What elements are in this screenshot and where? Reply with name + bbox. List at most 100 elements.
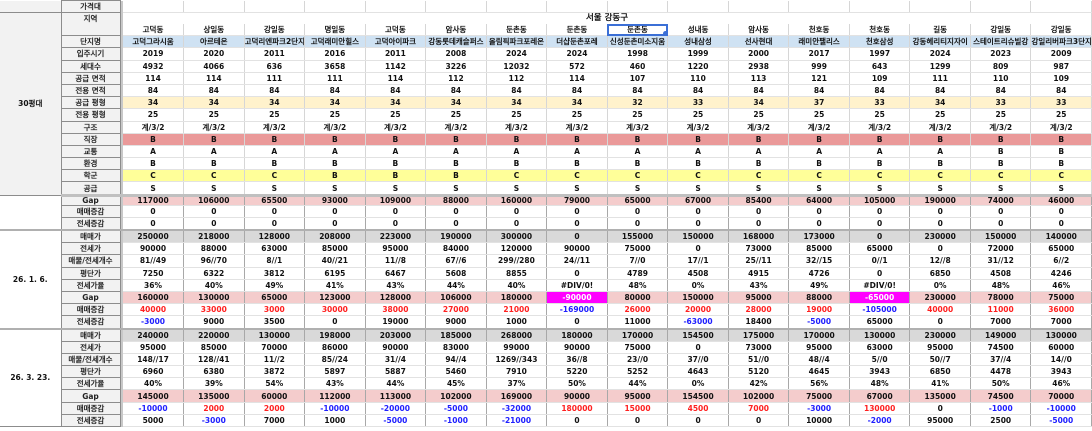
data-cell[interactable]: -21000 [486, 414, 548, 428]
data-cell[interactable]: 8855 [486, 267, 548, 280]
data-cell[interactable]: 계/3/2 [607, 121, 669, 134]
data-cell[interactable]: 25 [667, 108, 729, 122]
data-cell[interactable]: 고덕래미안힐스 [304, 35, 366, 49]
data-cell[interactable]: 56% [788, 377, 850, 391]
data-cell[interactable]: 2011 [365, 47, 427, 61]
data-cell[interactable]: 5//0 [849, 353, 911, 367]
data-cell[interactable]: 85400 [728, 195, 790, 206]
data-cell[interactable]: 160000 [123, 291, 185, 305]
data-cell[interactable]: 114 [546, 72, 608, 85]
data-cell[interactable]: 15000 [607, 402, 669, 415]
data-cell[interactable]: 49% [244, 279, 306, 292]
data-cell[interactable]: 44% [365, 377, 427, 391]
data-cell[interactable]: 128000 [244, 229, 306, 244]
data-cell[interactable]: 6850 [909, 365, 971, 379]
data-cell[interactable]: 28000 [728, 303, 790, 317]
data-cell[interactable]: 74500 [970, 389, 1032, 403]
data-cell[interactable]: A [244, 145, 306, 159]
data-cell[interactable]: 105000 [849, 195, 911, 206]
data-cell[interactable]: B [304, 157, 366, 171]
data-cell[interactable]: 4915 [728, 267, 790, 280]
data-cell[interactable]: 4066 [183, 60, 245, 73]
data-cell[interactable]: 67000 [849, 389, 911, 403]
data-cell[interactable]: 112 [425, 72, 487, 85]
data-cell[interactable]: 223000 [365, 229, 427, 244]
data-cell[interactable]: B [486, 133, 548, 146]
data-cell[interactable]: 18400 [728, 315, 790, 329]
data-cell[interactable]: 999 [788, 60, 850, 73]
empty-cell[interactable] [607, 0, 669, 13]
data-cell[interactable]: 95000 [909, 414, 971, 428]
data-cell[interactable]: 2000 [244, 402, 306, 415]
data-cell[interactable]: 84 [788, 84, 850, 98]
data-cell[interactable]: 117000 [123, 195, 185, 206]
data-cell[interactable]: 25 [1030, 108, 1092, 122]
data-cell[interactable]: 0 [667, 414, 729, 428]
data-cell[interactable]: 신성둔촌미소지움 [607, 35, 669, 49]
data-cell[interactable]: 268000 [486, 327, 548, 342]
data-cell[interactable]: 0 [486, 205, 548, 218]
data-cell[interactable]: B [304, 169, 366, 183]
data-cell[interactable]: 6195 [304, 267, 366, 280]
data-cell[interactable]: 0 [607, 414, 669, 428]
data-cell[interactable]: -3000 [123, 315, 185, 329]
data-cell[interactable]: B [970, 133, 1032, 146]
data-cell[interactable]: 4246 [1030, 267, 1092, 280]
data-cell[interactable]: 12032 [486, 60, 548, 73]
data-cell[interactable]: 2000 [728, 47, 790, 61]
data-cell[interactable]: 25 [909, 108, 971, 122]
data-cell[interactable]: -5000 [788, 315, 850, 329]
data-cell[interactable]: A [546, 145, 608, 159]
data-cell[interactable]: 109 [849, 72, 911, 85]
data-cell[interactable]: 60000 [1030, 341, 1092, 354]
data-cell[interactable]: 31//12 [970, 254, 1032, 268]
data-cell[interactable]: 460 [607, 60, 669, 73]
data-cell[interactable]: B [123, 133, 185, 146]
data-cell[interactable]: 0 [970, 205, 1032, 218]
data-cell[interactable]: 34 [183, 96, 245, 110]
data-cell[interactable]: B [849, 133, 911, 146]
data-cell[interactable]: 4643 [667, 365, 729, 379]
data-cell[interactable]: A [667, 145, 729, 159]
data-cell[interactable]: 84 [183, 84, 245, 98]
data-cell[interactable]: 계/3/2 [849, 121, 911, 134]
data-cell[interactable]: 계/3/2 [365, 121, 427, 134]
data-cell[interactable]: 110 [667, 72, 729, 85]
data-cell[interactable]: 고덕그라시움 [123, 35, 185, 49]
data-cell[interactable]: 2017 [788, 47, 850, 61]
data-cell[interactable]: 43% [728, 279, 790, 292]
data-cell[interactable]: 10000 [788, 414, 850, 428]
data-cell[interactable]: 11000 [607, 315, 669, 329]
data-cell[interactable]: 0 [244, 205, 306, 218]
data-cell[interactable]: 0 [667, 205, 729, 218]
data-cell[interactable]: 0 [728, 217, 790, 231]
data-cell[interactable]: 고덕아이파크 [365, 35, 427, 49]
data-cell[interactable]: 120000 [486, 242, 548, 256]
data-cell[interactable]: 0 [546, 217, 608, 231]
data-cell[interactable]: 3943 [849, 365, 911, 379]
data-cell[interactable]: 33 [849, 96, 911, 110]
data-cell[interactable]: 95000 [607, 389, 669, 403]
data-cell[interactable]: -5000 [425, 402, 487, 415]
data-cell[interactable]: 72000 [970, 242, 1032, 256]
data-cell[interactable]: -63000 [667, 315, 729, 329]
data-cell[interactable]: 20000 [667, 303, 729, 317]
data-cell[interactable]: B [788, 157, 850, 171]
data-cell[interactable]: -5000 [1030, 414, 1092, 428]
data-cell[interactable]: 39% [183, 377, 245, 391]
data-cell[interactable]: 0 [123, 217, 185, 231]
dong-cell[interactable]: 고덕동 [365, 24, 427, 37]
data-cell[interactable]: 572 [546, 60, 608, 73]
data-cell[interactable]: 2016 [304, 47, 366, 61]
data-cell[interactable]: 계/3/2 [244, 121, 306, 134]
data-cell[interactable]: 84 [304, 84, 366, 98]
data-cell[interactable]: A [425, 145, 487, 159]
data-cell[interactable]: 86000 [304, 341, 366, 354]
data-cell[interactable]: #DIV/0! [546, 279, 608, 292]
data-cell[interactable]: B [123, 157, 185, 171]
data-cell[interactable]: 145000 [123, 389, 185, 403]
data-cell[interactable]: 33 [970, 96, 1032, 110]
data-cell[interactable]: 25 [546, 108, 608, 122]
data-cell[interactable]: B [183, 157, 245, 171]
data-cell[interactable]: 4508 [970, 267, 1032, 280]
